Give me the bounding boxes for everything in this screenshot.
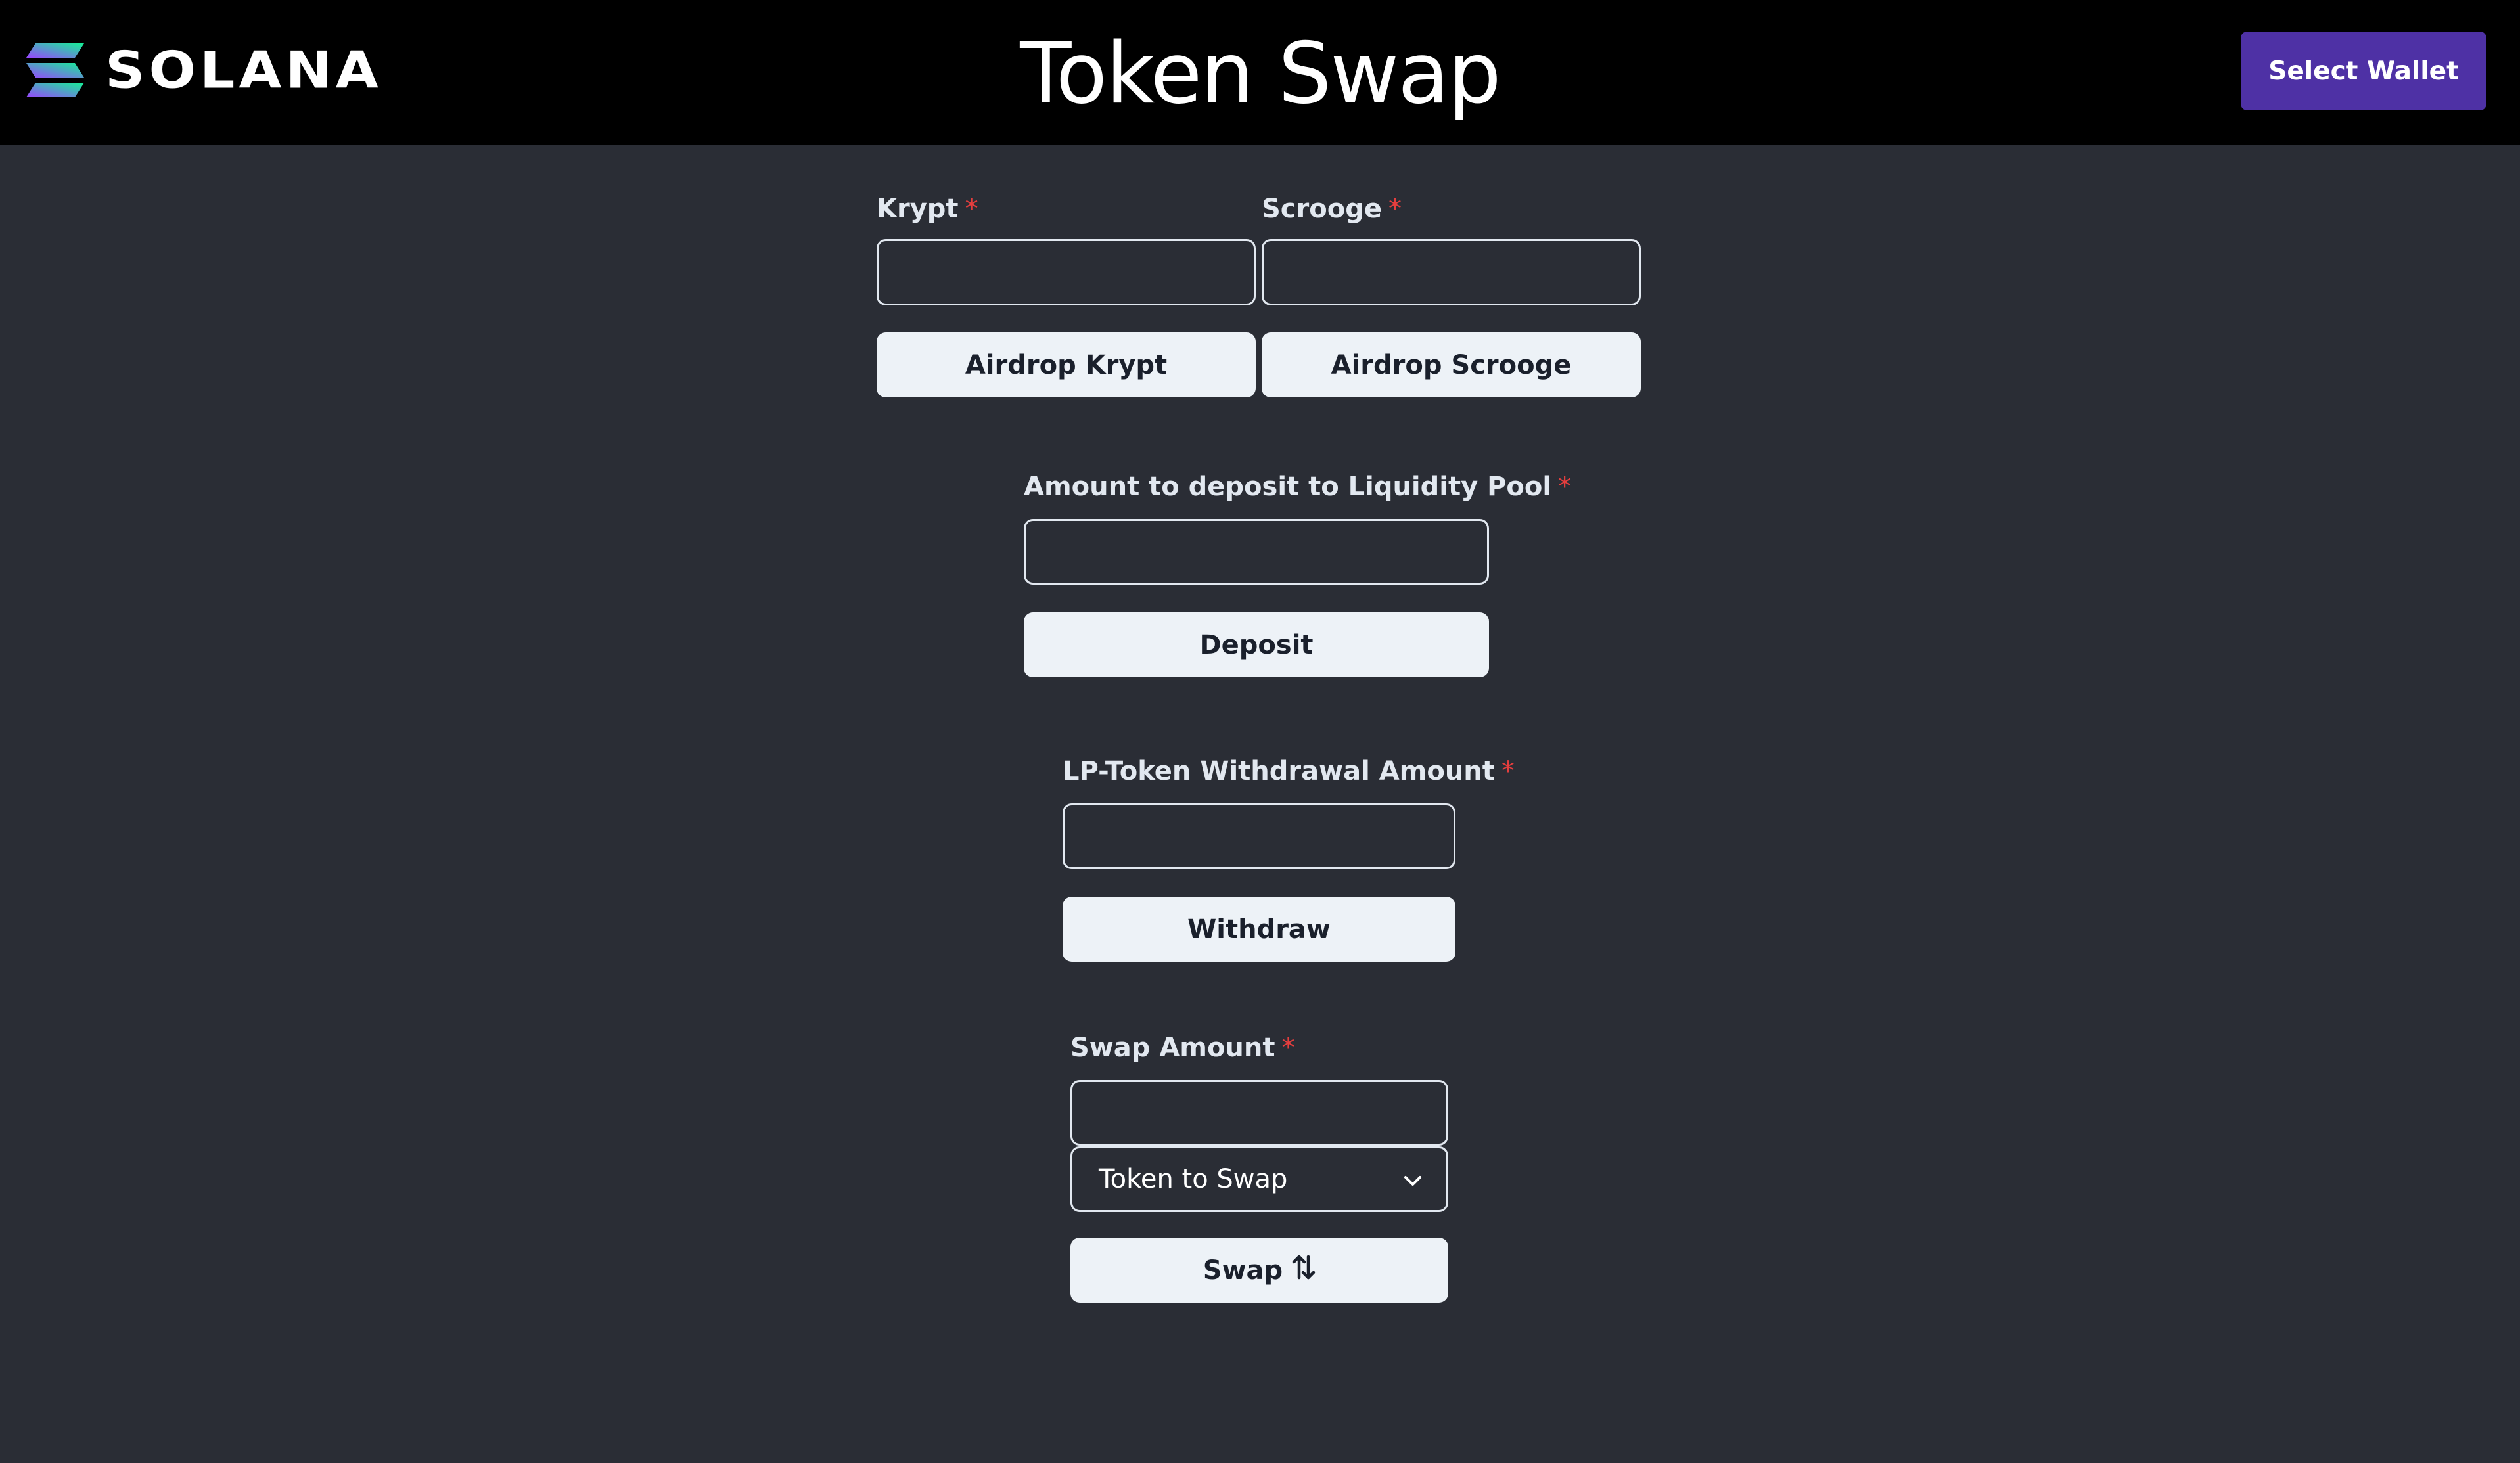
withdraw-button[interactable]: Withdraw [1063, 897, 1455, 962]
required-asterisk: * [1388, 194, 1402, 224]
swap-amount-label: Swap Amount * [1070, 1032, 1295, 1064]
swap-vertical-arrows-icon [1292, 1254, 1316, 1287]
deposit-label: Amount to deposit to Liquidity Pool * [1024, 471, 1571, 503]
required-asterisk: * [1558, 472, 1572, 502]
withdraw-amount-input[interactable] [1063, 803, 1455, 869]
token-select-value: Token to Swap [1099, 1164, 1288, 1194]
page-title: Token Swap [1020, 25, 1501, 123]
required-asterisk: * [1281, 1033, 1295, 1063]
deposit-label-text: Amount to deposit to Liquidity Pool [1024, 472, 1552, 502]
krypt-label-text: Krypt [877, 194, 959, 224]
airdrop-krypt-button[interactable]: Airdrop Krypt [877, 332, 1256, 397]
airdrop-scrooge-button[interactable]: Airdrop Scrooge [1262, 332, 1641, 397]
token-to-swap-select[interactable]: Token to Swap [1070, 1146, 1448, 1212]
krypt-label: Krypt * [877, 193, 978, 225]
swap-button[interactable]: Swap [1070, 1238, 1448, 1303]
required-asterisk: * [965, 194, 978, 224]
swap-amount-input[interactable] [1070, 1080, 1448, 1146]
withdraw-label: LP-Token Withdrawal Amount * [1063, 755, 1515, 787]
scrooge-amount-input[interactable] [1262, 239, 1641, 305]
top-navbar: SOLANA Token Swap Select Wallet [0, 0, 2520, 145]
scrooge-label: Scrooge * [1262, 193, 1402, 225]
deposit-button[interactable]: Deposit [1024, 612, 1489, 677]
scrooge-label-text: Scrooge [1262, 194, 1382, 224]
withdraw-label-text: LP-Token Withdrawal Amount [1063, 756, 1495, 786]
chevron-down-icon [1403, 1164, 1423, 1194]
swap-button-label: Swap [1203, 1255, 1283, 1286]
deposit-amount-input[interactable] [1024, 519, 1489, 585]
required-asterisk: * [1501, 756, 1515, 786]
select-wallet-button[interactable]: Select Wallet [2241, 32, 2486, 110]
krypt-amount-input[interactable] [877, 239, 1256, 305]
swap-amount-label-text: Swap Amount [1070, 1033, 1275, 1063]
